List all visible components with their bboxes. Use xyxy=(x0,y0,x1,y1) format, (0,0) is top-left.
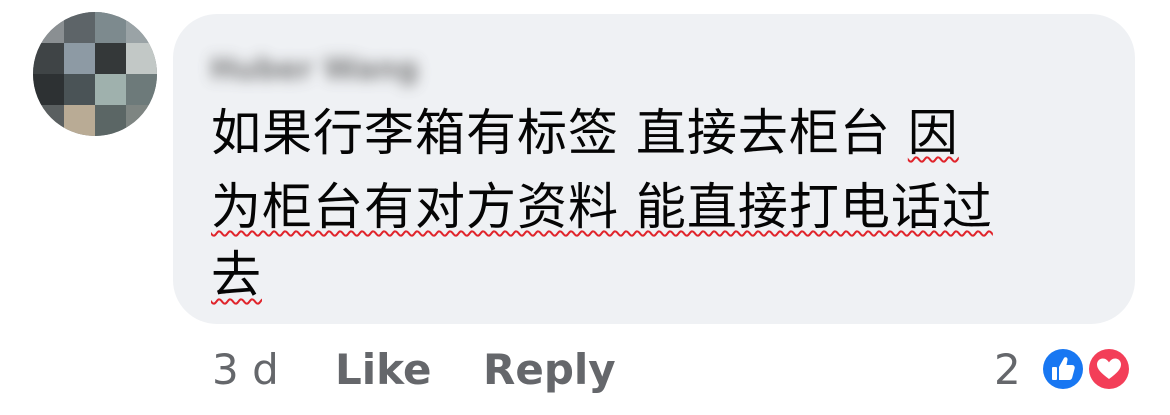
comment-text-plain: 如果行李箱有标签 直接去柜台 xyxy=(211,104,908,162)
avatar[interactable] xyxy=(33,12,157,136)
comment-text-line-1: 如果行李箱有标签 直接去柜台 因 xyxy=(211,103,959,163)
like-button[interactable]: Like xyxy=(335,344,431,396)
comment-text-line-2: 为柜台有对方资料 能直接打电话过 xyxy=(211,177,993,237)
comment-container: Huber Wang 如果行李箱有标签 直接去柜台 因 为柜台有对方资料 能直接… xyxy=(0,0,1170,415)
reply-button[interactable]: Reply xyxy=(483,344,616,396)
spellcheck-flagged-text: 为柜台有对方资料 能直接打电话过 xyxy=(211,178,993,236)
author-name[interactable]: Huber Wang xyxy=(210,52,500,88)
heart-icon[interactable] xyxy=(1085,345,1133,393)
comment-text-line-3: 去 xyxy=(211,245,262,305)
comment-timestamp[interactable]: 3 d xyxy=(212,344,279,396)
thumbs-up-icon[interactable] xyxy=(1039,345,1087,393)
spellcheck-flagged-text: 去 xyxy=(211,246,262,304)
avatar-image xyxy=(33,12,157,136)
reaction-count[interactable]: 2 xyxy=(994,344,1021,396)
author-name-text: Huber Wang xyxy=(210,52,419,87)
spellcheck-flagged-text: 因 xyxy=(907,104,959,162)
